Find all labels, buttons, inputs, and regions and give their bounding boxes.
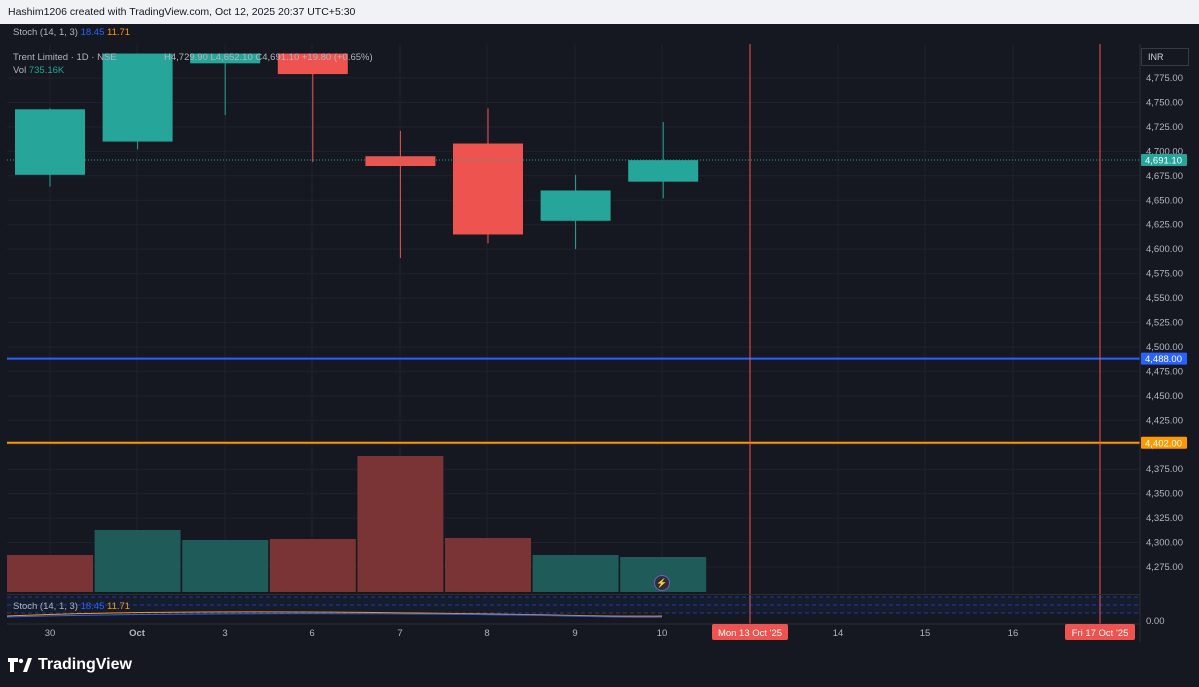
time-tick-label: 14 [833,628,844,639]
price-chart[interactable]: 4,775.004,750.004,725.004,700.004,675.00… [0,24,1199,642]
footer [0,642,1199,687]
candle-body[interactable] [102,53,173,142]
price-tick-label: 4,300.00 [1146,538,1183,549]
time-tick-label: 3 [222,628,227,639]
symbol-legend[interactable]: Trent Limited · 1D · NSE O [13,52,127,63]
currency-label: INR [1148,52,1164,62]
time-tick-label: 6 [309,628,314,639]
currency-selector[interactable]: INR [1141,48,1189,66]
symbol-open-label: O [119,52,127,63]
price-tick-label: 4,275.00 [1146,562,1183,573]
candle-body[interactable] [540,190,611,221]
blue-hline-tag-label: 4,488.00 [1145,354,1182,365]
top-stoch-name: Stoch (14, 1, 3) [13,27,78,38]
time-tick-label: 7 [397,628,402,639]
pane-separator[interactable] [7,594,1140,595]
candle-body[interactable] [15,109,85,175]
volume-bar [269,539,356,592]
volume-bar [182,540,269,592]
stoch-tick-label: 0.00 [1146,616,1165,627]
price-tick-label: 4,525.00 [1146,318,1183,329]
volume-label: Vol [13,65,27,76]
time-tick-label: 10 [657,628,668,639]
price-tick-label: 4,550.00 [1146,293,1183,304]
header-bar: Hashim1206 created with TradingView.com,… [0,0,1199,24]
last-price-tag-label: 4,691.10 [1145,156,1182,167]
candle-body[interactable] [628,160,699,182]
time-tick-label: 9 [572,628,577,639]
bottom-stoch-d: 11.71 [107,601,131,612]
ohlc-high: H4,729.90 [164,52,208,63]
time-tick-label: 16 [1008,628,1019,639]
time-tick-label: 30 [45,628,56,639]
brand-name: TradingView [38,656,132,673]
header-text: Hashim1206 created with TradingView.com,… [8,6,356,18]
stoch-band-fill [7,597,1140,613]
volume-legend[interactable]: Vol 735.16K [13,65,64,76]
tradingview-logo[interactable]: TradingView [8,656,132,674]
time-tick-label: 8 [484,628,489,639]
price-tick-label: 4,625.00 [1146,220,1183,231]
ohlc-low: L4,652.10 [210,52,253,63]
ohlc-close: C4,691.10 [255,52,300,63]
top-stoch-legend[interactable]: Stoch (14, 1, 3) 18.45 11.71 [13,27,130,38]
price-tick-label: 4,500.00 [1146,342,1183,353]
lightning-icon[interactable]: ⚡ [654,575,670,591]
price-tick-label: 4,600.00 [1146,244,1183,255]
volume-bar [357,456,444,592]
volume-bar [94,530,181,592]
price-tick-label: 4,325.00 [1146,513,1183,524]
symbol-title: Trent Limited · 1D · NSE [13,52,117,63]
ohlc-change: +19.80 (+0.65%) [301,52,373,63]
volume-bar [532,555,619,592]
price-tick-label: 4,725.00 [1146,122,1183,133]
time-tick-label: 15 [920,628,931,639]
top-stoch-d: 11.71 [107,27,131,38]
top-stoch-k: 18.45 [80,27,105,38]
date-tag-fri-17[interactable]: Fri 17 Oct '25 [1072,628,1129,639]
volume-bar [445,538,531,592]
volume-bar [7,555,93,592]
price-tick-label: 4,750.00 [1146,97,1183,108]
orange-hline-tag-label: 4,402.00 [1145,438,1182,449]
price-tick-label: 4,475.00 [1146,366,1183,377]
candle-body[interactable] [453,143,523,235]
price-tick-label: 4,375.00 [1146,464,1183,475]
date-tag-mon-13[interactable]: Mon 13 Oct '25 [718,628,782,639]
price-tick-label: 4,775.00 [1146,73,1183,84]
price-tick-label: 4,575.00 [1146,269,1183,280]
price-tick-label: 4,675.00 [1146,171,1183,182]
price-tick-label: 4,425.00 [1146,415,1183,426]
bottom-stoch-legend[interactable]: Stoch (14, 1, 3) 18.45 11.71 [13,601,130,612]
price-tick-label: 4,450.00 [1146,391,1183,402]
time-tick-label: Oct [129,628,146,639]
tradingview-logo-icon [8,658,32,672]
bottom-stoch-k: 18.45 [80,601,105,612]
price-tick-label: 4,650.00 [1146,195,1183,206]
candle-body[interactable] [365,156,436,167]
price-tick-label: 4,350.00 [1146,489,1183,500]
ohlc-values: H4,729.90 L4,652.10 C4,691.10 +19.80 (+0… [164,52,373,63]
volume-value: 735.16K [28,65,65,76]
bottom-stoch-name: Stoch (14, 1, 3) [13,601,78,612]
